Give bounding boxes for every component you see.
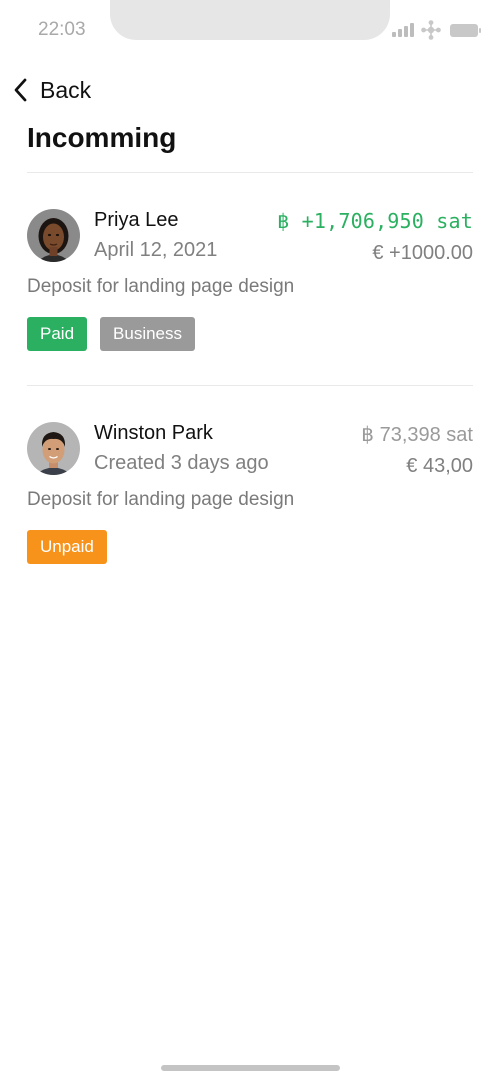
transaction-date: Created 3 days ago <box>94 452 269 474</box>
network-icon <box>421 20 441 40</box>
amount-fiat: € +1000.00 <box>372 242 473 264</box>
home-indicator <box>161 1065 340 1071</box>
avatar <box>27 209 80 262</box>
back-button[interactable]: Back <box>12 76 91 104</box>
status-bar: 22:03 <box>0 0 500 60</box>
battery-icon <box>450 24 481 37</box>
chevron-left-icon <box>14 78 27 102</box>
transaction-date: April 12, 2021 <box>94 239 218 261</box>
notch <box>110 0 390 40</box>
transaction-item-priya-lee[interactable]: Priya Lee April 12, 2021 ฿ +1,706,950 sa… <box>0 209 500 359</box>
back-label: Back <box>40 76 92 103</box>
amount-fiat: € 43,00 <box>406 455 473 477</box>
avatar <box>27 422 80 475</box>
paid-tag[interactable]: Paid <box>27 317 88 351</box>
unpaid-tag[interactable]: Unpaid <box>27 530 107 564</box>
transaction-description: Deposit for landing page design <box>27 489 295 510</box>
contact-name: Winston Park <box>94 422 213 444</box>
status-time: 22:03 <box>38 19 86 40</box>
transaction-description: Deposit for landing page design <box>27 276 295 297</box>
divider <box>27 385 473 386</box>
business-tag[interactable]: Business <box>100 317 196 351</box>
page-title: Incomming <box>27 122 177 153</box>
transaction-item-winston-park[interactable]: Winston Park Created 3 days ago ฿ 73,398… <box>0 422 500 572</box>
tag-list: Paid Business <box>27 317 196 351</box>
signal-icon <box>392 23 416 37</box>
contact-name: Priya Lee <box>94 209 179 231</box>
tag-list: Unpaid <box>27 530 107 564</box>
amount-btc: ฿ +1,706,950 sat <box>277 209 473 233</box>
amount-btc: ฿ 73,398 sat <box>361 424 473 446</box>
divider <box>27 172 473 173</box>
